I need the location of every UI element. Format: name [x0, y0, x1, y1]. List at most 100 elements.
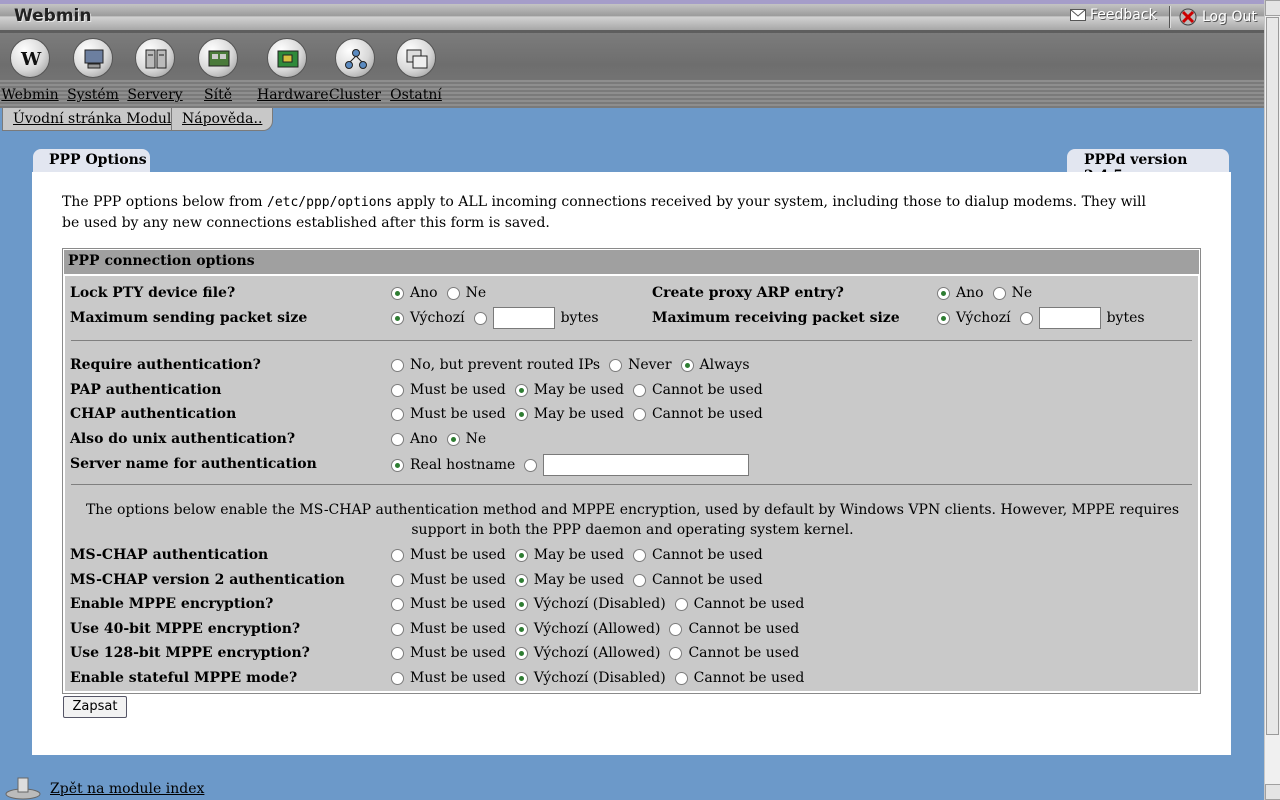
radio-button[interactable] [680, 358, 694, 372]
radio-button[interactable] [632, 573, 646, 587]
unix-auth-yes[interactable]: Ano [391, 431, 438, 447]
proxy-arp-yes[interactable]: Ano [937, 285, 984, 301]
radio-button[interactable] [446, 432, 460, 446]
vertical-scrollbar[interactable] [1264, 0, 1280, 800]
back-arrow-icon[interactable] [4, 774, 42, 800]
radio-button[interactable] [391, 311, 404, 325]
tab-help[interactable]: Nápověda.. [171, 108, 274, 131]
mschap2-may[interactable]: May be used [514, 572, 624, 588]
pap-must[interactable]: Must be used [391, 382, 506, 398]
radio-button[interactable] [674, 597, 688, 611]
max-send-input[interactable] [492, 307, 555, 329]
lock-pty-no[interactable]: Ne [446, 285, 486, 301]
mppe-stateful-cannot[interactable]: Cannot be used [674, 670, 804, 686]
category-others[interactable]: Ostatní [386, 38, 446, 103]
radio-button[interactable] [391, 407, 404, 421]
server-name-input[interactable] [543, 454, 750, 476]
option-label: May be used [533, 547, 624, 563]
radio-button[interactable] [391, 573, 404, 587]
radio-button[interactable] [514, 597, 528, 611]
radio-button[interactable] [992, 286, 1006, 300]
radio-button[interactable] [391, 646, 404, 660]
option-label: Výchozí [956, 310, 1011, 326]
radio-button[interactable] [514, 573, 528, 587]
mppe-stateful-must[interactable]: Must be used [391, 670, 506, 686]
logout-link[interactable]: Log Out [1178, 7, 1257, 27]
scroll-down-arrow-icon[interactable] [1265, 784, 1280, 800]
category-webmin[interactable]: W Webmin [0, 38, 60, 103]
radio-button[interactable] [937, 286, 950, 300]
radio-button[interactable] [391, 622, 404, 636]
radio-button[interactable] [609, 358, 623, 372]
server-name-custom-radio[interactable] [524, 458, 538, 472]
mppe128-cannot[interactable]: Cannot be used [669, 645, 799, 661]
max-send-custom-radio[interactable] [473, 311, 487, 325]
pap-cannot[interactable]: Cannot be used [632, 382, 763, 398]
radio-button[interactable] [391, 671, 404, 685]
mppe128-must[interactable]: Must be used [391, 645, 506, 661]
radio-button[interactable] [674, 671, 688, 685]
pap-may[interactable]: May be used [514, 382, 624, 398]
radio-button[interactable] [391, 358, 404, 372]
radio-button[interactable] [937, 311, 950, 325]
scroll-up-arrow-icon[interactable] [1265, 0, 1280, 16]
mschap-must[interactable]: Must be used [391, 547, 506, 563]
radio-button[interactable] [632, 407, 646, 421]
mppe-stateful-default[interactable]: Výchozí (Disabled) [514, 670, 666, 686]
mschap2-cannot[interactable]: Cannot be used [632, 572, 763, 588]
save-button[interactable]: Zapsat [63, 696, 127, 718]
require-auth-no-prevent[interactable]: No, but prevent routed IPs [391, 357, 600, 373]
radio-button[interactable] [514, 671, 528, 685]
radio-button[interactable] [514, 646, 528, 660]
radio-button[interactable] [391, 548, 404, 562]
mppe40-cannot[interactable]: Cannot be used [669, 621, 799, 637]
chap-must[interactable]: Must be used [391, 406, 506, 422]
radio-button[interactable] [632, 383, 646, 397]
max-send-default[interactable]: Výchozí [391, 310, 465, 326]
mschap-may[interactable]: May be used [514, 547, 624, 563]
category-cluster[interactable]: Cluster [325, 38, 385, 103]
radio-button[interactable] [514, 622, 528, 636]
chap-label: CHAP authentication [70, 406, 237, 422]
chap-cannot[interactable]: Cannot be used [632, 406, 763, 422]
feedback-link[interactable]: Feedback [1070, 7, 1157, 23]
category-networking[interactable]: Sítě [188, 38, 248, 103]
server-name-real-hostname[interactable]: Real hostname [391, 457, 515, 473]
mppe-cannot[interactable]: Cannot be used [674, 596, 804, 612]
radio-button[interactable] [391, 286, 404, 300]
proxy-arp-no[interactable]: Ne [992, 285, 1032, 301]
scrollbar-thumb[interactable] [1266, 17, 1279, 735]
radio-button[interactable] [669, 622, 683, 636]
radio-button[interactable] [514, 383, 528, 397]
radio-button[interactable] [391, 597, 404, 611]
radio-button[interactable] [632, 548, 646, 562]
mppe128-default[interactable]: Výchozí (Allowed) [514, 645, 660, 661]
radio-button[interactable] [514, 548, 528, 562]
require-auth-always[interactable]: Always [680, 357, 750, 373]
mppe-default[interactable]: Výchozí (Disabled) [514, 596, 666, 612]
mppe40-default[interactable]: Výchozí (Allowed) [514, 621, 660, 637]
back-to-module-index-link[interactable]: Zpět na module index [50, 781, 204, 797]
feedback-label: Feedback [1090, 7, 1157, 23]
lock-pty-yes[interactable]: Ano [391, 285, 438, 301]
chap-may[interactable]: May be used [514, 406, 624, 422]
require-auth-never[interactable]: Never [609, 357, 672, 373]
max-recv-default[interactable]: Výchozí [937, 310, 1011, 326]
radio-button[interactable] [669, 646, 683, 660]
mschap2-must[interactable]: Must be used [391, 572, 506, 588]
category-hardware[interactable]: Hardware [257, 38, 329, 103]
mschap-cannot[interactable]: Cannot be used [632, 547, 763, 563]
category-servers[interactable]: Servery [125, 38, 185, 103]
mppe-must[interactable]: Must be used [391, 596, 506, 612]
mppe40-must[interactable]: Must be used [391, 621, 506, 637]
radio-button[interactable] [514, 407, 528, 421]
max-recv-custom-radio[interactable] [1019, 311, 1033, 325]
radio-button[interactable] [446, 286, 460, 300]
unix-auth-no[interactable]: Ne [446, 431, 486, 447]
category-system[interactable]: Systém [63, 38, 123, 103]
max-recv-input[interactable] [1038, 307, 1101, 329]
radio-button[interactable] [391, 383, 404, 397]
radio-button[interactable] [391, 458, 404, 472]
radio-button[interactable] [391, 432, 404, 446]
tab-module-index[interactable]: Úvodní stránka Modulu [2, 108, 192, 131]
